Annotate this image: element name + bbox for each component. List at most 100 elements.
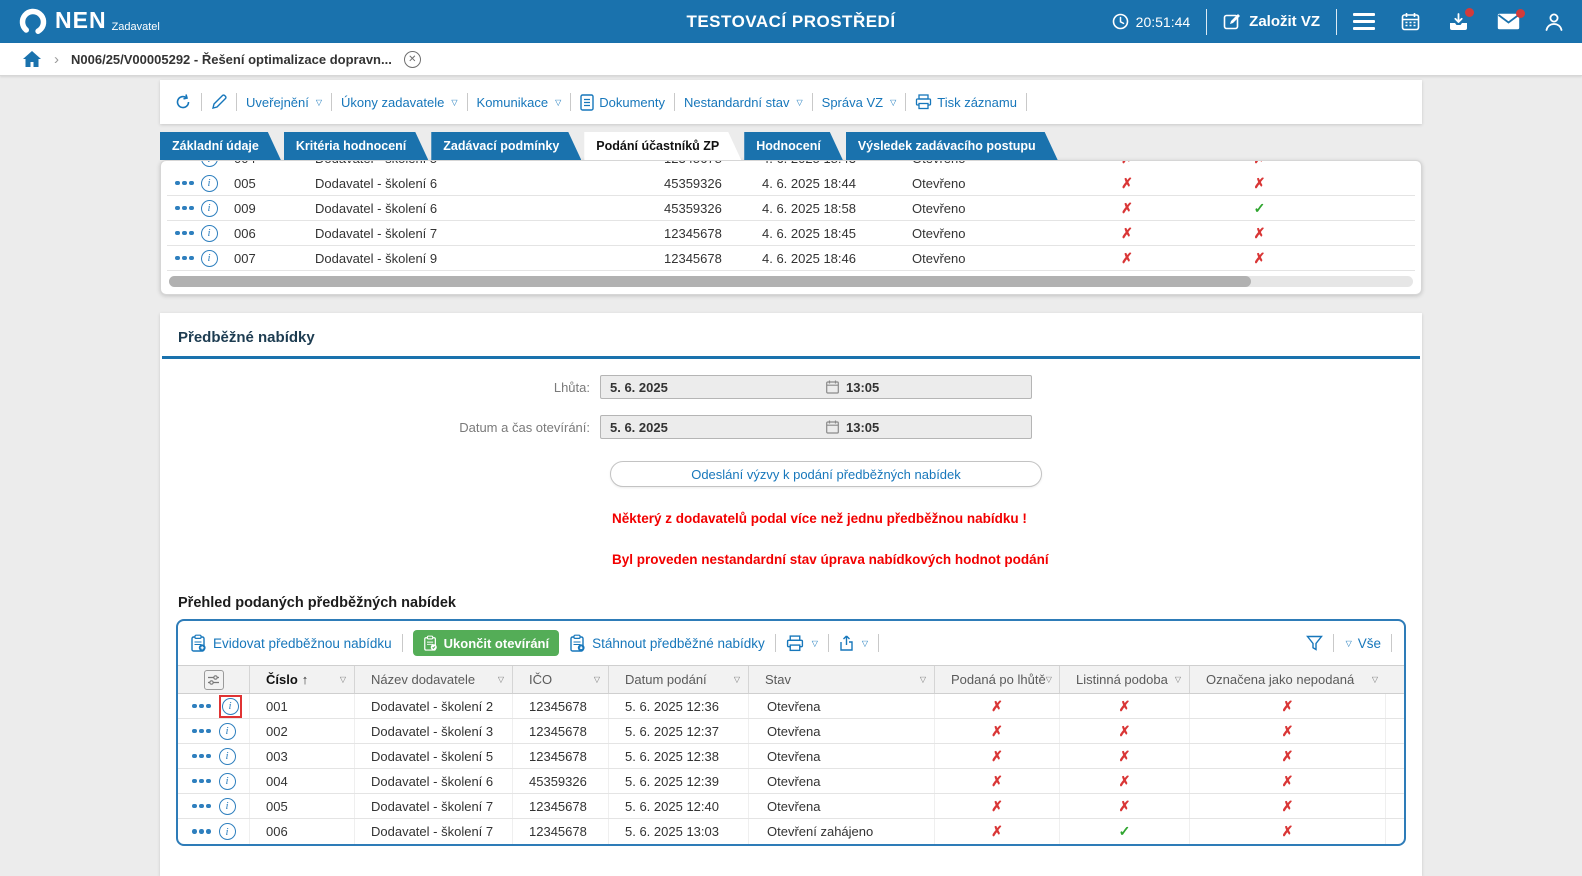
filter-view-select[interactable]: ▽ Vše — [1344, 636, 1381, 651]
filter-chevron-icon[interactable]: ▽ — [594, 675, 600, 684]
table-row[interactable]: i 005 Dodavatel - školení 6 45359326 4. 6. 2… — [167, 171, 1415, 196]
row-menu-icon[interactable] — [192, 703, 211, 709]
home-icon[interactable] — [22, 50, 42, 68]
opening-field[interactable]: 5. 6. 2025 13:05 — [600, 415, 1032, 439]
cell-num: 004 — [222, 161, 307, 166]
menu-dokumenty[interactable]: Dokumenty — [580, 93, 665, 111]
deadline-date-value[interactable]: 5. 6. 2025 — [601, 380, 826, 395]
close-tab-icon[interactable]: ✕ — [403, 50, 421, 68]
tab-zakladni-udaje[interactable]: Základní údaje — [160, 132, 281, 160]
table-row[interactable]: i 004 Dodavatel - školení 6 45359326 5. 6. 2… — [178, 769, 1404, 794]
deadline-time-value[interactable]: 13:05 — [846, 380, 879, 395]
row-menu-icon[interactable] — [192, 803, 211, 809]
column-header-nazev[interactable]: Název dodavatele ▽ — [355, 666, 513, 693]
download-offers-button[interactable]: Stáhnout předběžné nabídky — [569, 634, 765, 652]
print-table-button[interactable]: ▽ — [786, 634, 818, 652]
row-info-icon[interactable]: i — [218, 823, 236, 840]
row-menu-icon[interactable] — [192, 753, 211, 759]
opening-time-value[interactable]: 13:05 — [846, 420, 879, 435]
column-header-cislo[interactable]: Číslo ↑ ▽ — [250, 666, 355, 693]
row-menu-icon[interactable] — [192, 728, 211, 734]
table-row[interactable]: i 001 Dodavatel - školení 2 12345678 5. 6. 2… — [178, 694, 1404, 719]
row-info-icon[interactable]: i — [218, 772, 236, 790]
filter-chevron-icon[interactable]: ▽ — [734, 675, 740, 684]
row-info-icon[interactable]: i — [218, 747, 236, 765]
scrollbar-thumb[interactable] — [169, 276, 1252, 287]
print-record-button[interactable]: Tisk záznamu — [915, 94, 1017, 110]
tab-podani-ucastniku[interactable]: Podání účastníků ZP — [584, 132, 741, 160]
column-header-ico[interactable]: IČO ▽ — [513, 666, 609, 693]
breadcrumb-item[interactable]: N006/25/V00005292 - Řešení optimalizace … — [71, 52, 392, 67]
row-info-icon[interactable]: i — [200, 161, 218, 167]
filter-chevron-icon[interactable]: ▽ — [1372, 675, 1378, 684]
menu-nestandardni-stav[interactable]: Nestandardní stav ▽ — [684, 95, 803, 110]
tab-zadavaci-podminky[interactable]: Zadávací podmínky — [431, 132, 581, 160]
cell-name: Dodavatel - školení 7 — [355, 794, 513, 818]
menu-uverejneni[interactable]: Uveřejnění ▽ — [246, 95, 322, 110]
filter-chevron-icon[interactable]: ▽ — [920, 675, 926, 684]
cell-ico: 12345678 — [513, 819, 609, 844]
table-row[interactable]: i 002 Dodavatel - školení 3 12345678 5. 6. 2… — [178, 719, 1404, 744]
table-row[interactable]: i 007 Dodavatel - školení 9 12345678 4. 6. 2… — [167, 246, 1415, 271]
create-vz-button[interactable]: Založit VZ — [1223, 12, 1320, 31]
printer-icon — [915, 94, 932, 110]
filter-chevron-icon[interactable]: ▽ — [1046, 675, 1052, 684]
row-actions: i — [167, 249, 222, 267]
row-menu-icon[interactable] — [175, 180, 194, 186]
tab-kriteria-hodnoceni[interactable]: Kritéria hodnocení — [284, 132, 428, 160]
row-info-icon[interactable]: i — [218, 797, 236, 815]
row-info-icon[interactable]: i — [221, 697, 239, 715]
inbox-notification-badge — [1465, 7, 1474, 17]
row-info-icon[interactable]: i — [200, 199, 218, 217]
column-header-listinna-podoba[interactable]: Listinná podoba ▽ — [1060, 666, 1190, 693]
nen-logo[interactable]: NEN Zadavatel — [18, 7, 160, 37]
row-info-icon[interactable]: i — [200, 174, 218, 192]
user-profile-icon[interactable] — [1544, 12, 1564, 32]
column-settings-icon[interactable] — [203, 669, 224, 690]
inbox-button[interactable] — [1448, 7, 1474, 32]
column-header-stav[interactable]: Stav ▽ — [749, 666, 935, 693]
row-menu-icon[interactable] — [175, 255, 194, 261]
menu-ukony-zadavatele[interactable]: Úkony zadavatele ▽ — [341, 95, 458, 110]
calendar-icon[interactable] — [1401, 12, 1420, 31]
menu-komunikace[interactable]: Komunikace ▽ — [477, 95, 562, 110]
row-info-icon[interactable]: i — [218, 722, 236, 740]
filter-chevron-icon[interactable]: ▽ — [498, 675, 504, 684]
row-menu-icon[interactable] — [175, 205, 194, 211]
row-menu-icon[interactable] — [192, 829, 211, 834]
row-info-icon[interactable]: i — [200, 224, 218, 242]
table-row[interactable]: i 009 Dodavatel - školení 6 45359326 4. 6. 2… — [167, 196, 1415, 221]
row-menu-icon[interactable] — [192, 778, 211, 784]
clock: 20:51:44 — [1112, 13, 1190, 30]
clipboard-check-icon — [423, 635, 438, 651]
horizontal-scrollbar[interactable] — [169, 276, 1413, 287]
menu-sprava-vz[interactable]: Správa VZ ▽ — [822, 95, 897, 110]
offers-toolbar: Evidovat předběžnou nabídku Ukončit otev… — [178, 621, 1404, 665]
column-header-oznacena-jako-nepodana[interactable]: Označena jako nepodaná ▽ — [1190, 666, 1386, 693]
row-info-icon[interactable]: i — [200, 249, 218, 267]
deadline-field[interactable]: 5. 6. 2025 13:05 — [600, 375, 1032, 399]
filter-chevron-icon[interactable]: ▽ — [1175, 675, 1181, 684]
table-row[interactable]: i 004Dodavatel - školení 5123456784. 6. 2… — [167, 161, 1415, 171]
table-row[interactable]: i 005 Dodavatel - školení 7 12345678 5. 6. 2… — [178, 794, 1404, 819]
table-row[interactable]: i 006 Dodavatel - školení 7 12345678 5. 6. 2… — [178, 819, 1404, 844]
register-offer-button[interactable]: Evidovat předběžnou nabídku — [190, 634, 392, 652]
finish-opening-button[interactable]: Ukončit otevírání — [412, 630, 560, 656]
table-row[interactable]: i 006 Dodavatel - školení 7 12345678 4. 6. 2… — [167, 221, 1415, 246]
edit-record-button[interactable] — [211, 94, 227, 110]
tab-vysledek[interactable]: Výsledek zadávacího postupu — [846, 132, 1058, 160]
filter-icon[interactable] — [1305, 635, 1323, 651]
row-menu-icon[interactable] — [175, 230, 194, 236]
cell-date: 4. 6. 2025 18:58 — [762, 200, 856, 216]
export-button[interactable]: ▽ — [839, 635, 868, 652]
filter-chevron-icon[interactable]: ▽ — [340, 675, 346, 684]
column-header-podana-po-lhute[interactable]: Podaná po lhůtě ▽ — [935, 666, 1060, 693]
column-header-datum[interactable]: Datum podání ▽ — [609, 666, 749, 693]
tab-hodnoceni[interactable]: Hodnocení — [744, 132, 843, 160]
menu-icon[interactable] — [1353, 13, 1375, 30]
table-row[interactable]: i 003 Dodavatel - školení 5 12345678 5. 6. 2… — [178, 744, 1404, 769]
opening-date-value[interactable]: 5. 6. 2025 — [601, 420, 826, 435]
refresh-button[interactable] — [174, 93, 192, 111]
messages-button[interactable] — [1497, 9, 1525, 30]
send-call-button[interactable]: Odeslání výzvy k podání předběžných nabí… — [610, 461, 1042, 487]
